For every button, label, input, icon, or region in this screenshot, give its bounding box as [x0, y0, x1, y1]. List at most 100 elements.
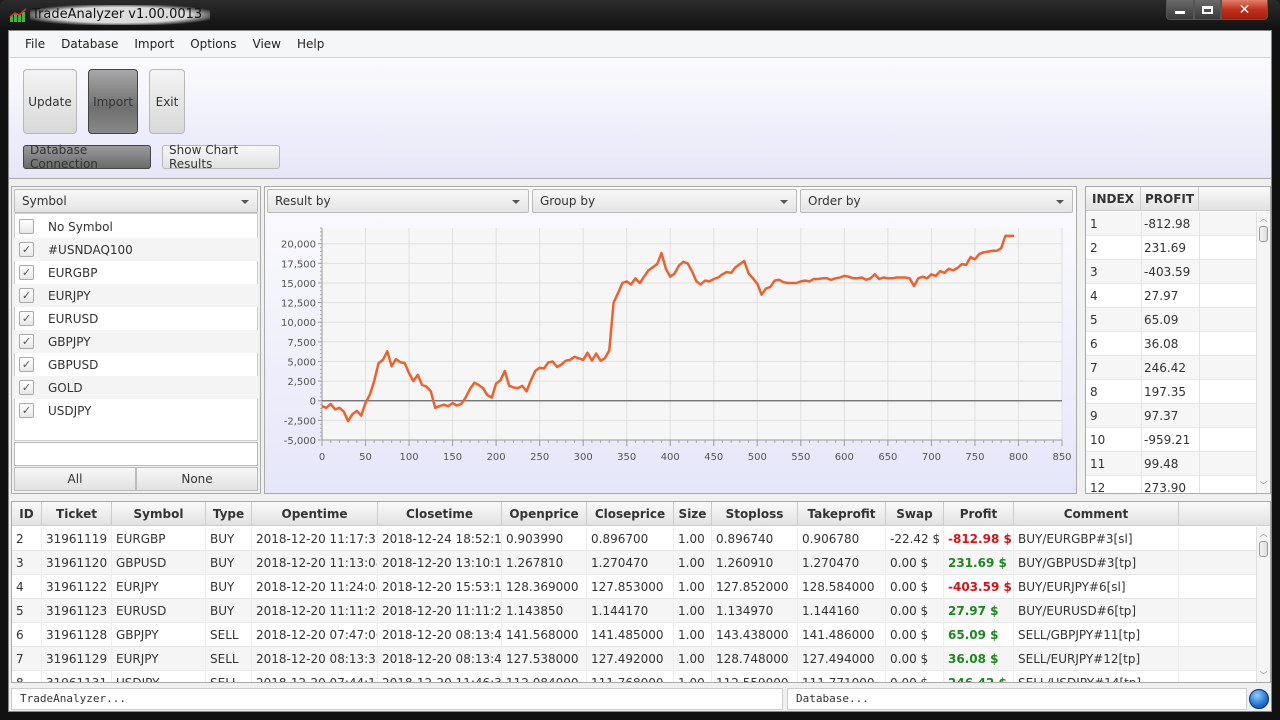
- update-button[interactable]: Update: [23, 69, 77, 134]
- profit-grid-row[interactable]: 2 231.69: [1086, 236, 1256, 260]
- select-none-button[interactable]: None: [136, 467, 258, 491]
- symbol-checkbox[interactable]: ✓: [19, 403, 34, 418]
- symbol-item[interactable]: ✓ EURJPY: [14, 284, 258, 307]
- symbol-item[interactable]: ✓ GOLD: [14, 376, 258, 399]
- grid-header-index[interactable]: INDEX: [1086, 187, 1141, 211]
- cell-closeprice: 127.853000: [587, 575, 674, 599]
- scroll-thumb[interactable]: [1259, 226, 1268, 242]
- column-header-type[interactable]: Type: [206, 502, 252, 526]
- scroll-down-icon[interactable]: ﹀: [1257, 669, 1270, 682]
- column-header-comment[interactable]: Comment: [1014, 502, 1179, 526]
- menu-options[interactable]: Options: [182, 31, 244, 57]
- symbol-checkbox[interactable]: ✓: [19, 380, 34, 395]
- symbol-filter-input[interactable]: [14, 442, 258, 466]
- symbol-checkbox[interactable]: ✓: [19, 265, 34, 280]
- trade-row[interactable]: 5 31961123 EURUSD BUY 2018-12-20 11:11:22 201…: [12, 599, 1257, 623]
- select-all-button[interactable]: All: [14, 467, 136, 491]
- grid-header-profit[interactable]: PROFIT: [1141, 187, 1199, 211]
- symbol-item[interactable]: ✓ GBPJPY: [14, 330, 258, 353]
- column-header-openprice[interactable]: Openprice: [502, 502, 587, 526]
- cell-opentime: 2018-12-20 07:44:17: [252, 671, 378, 682]
- column-header-stoploss[interactable]: Stoploss: [712, 502, 798, 526]
- x-tick-label: 200: [487, 452, 506, 463]
- profit-grid-row[interactable]: 10 -959.21: [1086, 428, 1256, 452]
- cell-id: 3: [12, 551, 42, 575]
- scroll-up-icon[interactable]: ︿: [1257, 212, 1270, 226]
- ribbon-toolbar: Update Import Exit Database Connection S…: [9, 57, 1271, 179]
- exit-button[interactable]: Exit: [149, 69, 185, 134]
- close-button[interactable]: ✕: [1221, 0, 1268, 20]
- symbol-item[interactable]: ✓ USDJPY: [14, 399, 258, 422]
- trade-row[interactable]: 4 31961122 EURJPY BUY 2018-12-20 11:24:04 201…: [12, 575, 1257, 599]
- profit-grid-row[interactable]: 9 97.37: [1086, 404, 1256, 428]
- symbol-checkbox[interactable]: ✓: [19, 311, 34, 326]
- minimize-button[interactable]: [1166, 0, 1194, 20]
- menu-file[interactable]: File: [17, 31, 53, 57]
- symbol-item[interactable]: ✓ EURUSD: [14, 307, 258, 330]
- symbol-item[interactable]: ✓ GBPUSD: [14, 353, 258, 376]
- symbol-checkbox[interactable]: ✓: [19, 357, 34, 372]
- symbol-checkbox[interactable]: ✓: [19, 334, 34, 349]
- scroll-down-icon[interactable]: ﹀: [1257, 479, 1270, 493]
- column-header-opentime[interactable]: Opentime: [252, 502, 378, 526]
- profit-grid-row[interactable]: 11 99.48: [1086, 452, 1256, 476]
- import-button[interactable]: Import: [88, 69, 138, 134]
- trade-row[interactable]: 6 31961128 GBPJPY SELL 2018-12-20 07:47:06 20…: [12, 623, 1257, 647]
- order-by-dropdown[interactable]: Order by: [800, 189, 1073, 213]
- profit-grid-row[interactable]: 7 246.42: [1086, 356, 1256, 380]
- symbol-item[interactable]: No Symbol: [14, 215, 258, 238]
- profit-grid-row[interactable]: 1 -812.98: [1086, 212, 1256, 236]
- cell-closeprice: 141.485000: [587, 623, 674, 647]
- column-header-profit[interactable]: Profit: [944, 502, 1014, 526]
- menu-database[interactable]: Database: [53, 31, 126, 57]
- symbol-item[interactable]: ✓ EURGBP: [14, 261, 258, 284]
- database-connection-button[interactable]: Database Connection: [23, 143, 151, 171]
- maximize-button[interactable]: [1194, 0, 1221, 20]
- symbol-checkbox[interactable]: ✓: [19, 288, 34, 303]
- profit-grid-row[interactable]: 3 -403.59: [1086, 260, 1256, 284]
- cell-symbol: EURJPY: [112, 575, 206, 599]
- menu-import[interactable]: Import: [126, 31, 182, 57]
- cell-symbol: GBPJPY: [112, 623, 206, 647]
- cell-takeprofit: 141.486000: [798, 623, 886, 647]
- profit-grid-row[interactable]: 5 65.09: [1086, 308, 1256, 332]
- column-header-id[interactable]: ID: [12, 502, 42, 526]
- scroll-up-icon[interactable]: ︿: [1257, 527, 1270, 541]
- profit-grid-row[interactable]: 4 27.97: [1086, 284, 1256, 308]
- profit-grid: INDEX PROFIT 1 -812.98 2 231.69 3 -403.59 4 27.…: [1085, 186, 1271, 494]
- profit-grid-row[interactable]: 8 197.35: [1086, 380, 1256, 404]
- column-header-swap[interactable]: Swap: [886, 502, 944, 526]
- show-chart-results-label: Show Chart Results: [169, 143, 239, 171]
- symbol-dropdown[interactable]: Symbol: [14, 189, 258, 213]
- profit-grid-row[interactable]: 12 273.90: [1086, 476, 1256, 493]
- column-header-size[interactable]: Size: [674, 502, 712, 526]
- cell-stoploss: 1.134970: [712, 599, 798, 623]
- column-header-takeprofit[interactable]: Takeprofit: [798, 502, 886, 526]
- cell-stoploss: 1.260910: [712, 551, 798, 575]
- column-header-closeprice[interactable]: Closeprice: [587, 502, 674, 526]
- cell-takeprofit: 128.584000: [798, 575, 886, 599]
- group-by-dropdown[interactable]: Group by: [532, 189, 797, 213]
- cell-stoploss: 128.748000: [712, 647, 798, 671]
- show-chart-results-button[interactable]: Show Chart Results: [162, 143, 280, 171]
- column-header-symbol[interactable]: Symbol: [112, 502, 206, 526]
- title-bar[interactable]: TradeAnalyzer v1.00.0013 ✕: [0, 0, 1280, 30]
- grid-profit-cell: -403.59: [1144, 265, 1191, 279]
- menu-view[interactable]: View: [245, 31, 289, 57]
- result-by-dropdown[interactable]: Result by: [267, 189, 529, 213]
- profit-grid-scrollbar[interactable]: ︿ ﹀: [1256, 212, 1270, 493]
- symbol-checkbox[interactable]: ✓: [19, 242, 34, 257]
- scroll-thumb[interactable]: [1259, 541, 1268, 557]
- symbol-item[interactable]: ✓ #USNDAQ100: [14, 238, 258, 261]
- column-header-closetime[interactable]: Closetime: [378, 502, 502, 526]
- trade-row[interactable]: 8 31961131 USDJPY SELL 2018-12-20 07:44:17 20…: [12, 671, 1257, 682]
- profit-grid-row[interactable]: 6 36.08: [1086, 332, 1256, 356]
- trades-table-body: 2 31961119 EURGBP BUY 2018-12-20 11:17:37 201…: [12, 527, 1257, 682]
- trade-row[interactable]: 3 31961120 GBPUSD BUY 2018-12-20 11:13:08 201…: [12, 551, 1257, 575]
- trade-row[interactable]: 2 31961119 EURGBP BUY 2018-12-20 11:17:37 201…: [12, 527, 1257, 551]
- symbol-checkbox[interactable]: [19, 219, 34, 234]
- trade-row[interactable]: 7 31961129 EURJPY SELL 2018-12-20 08:13:33 20…: [12, 647, 1257, 671]
- column-header-ticket[interactable]: Ticket: [42, 502, 112, 526]
- menu-help[interactable]: Help: [289, 31, 332, 57]
- trades-table-scrollbar[interactable]: ︿ ﹀: [1256, 527, 1270, 682]
